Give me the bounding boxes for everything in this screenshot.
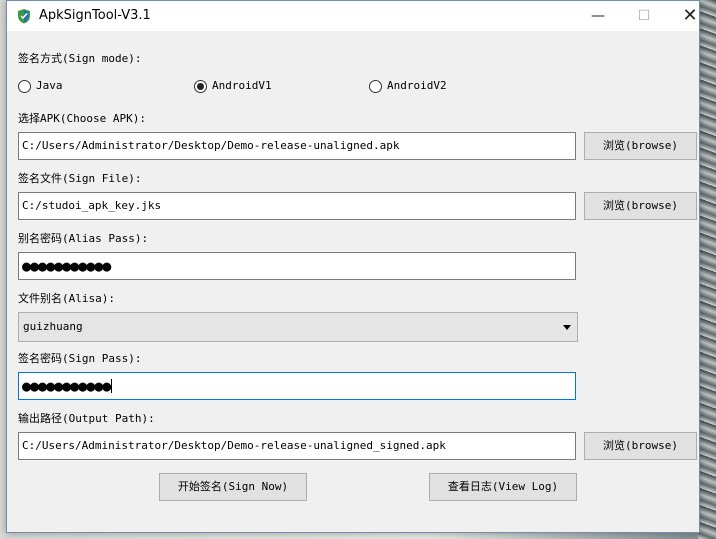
sign-pass-label: 签名密码(Sign Pass): xyxy=(18,352,142,365)
radio-selected-dot xyxy=(197,83,204,90)
app-window: ApkSignTool-V3.1 — ☐ ✕ 签名方式(Sign mode): … xyxy=(6,0,700,533)
alias-label: 文件别名(Alisa): xyxy=(18,292,115,305)
radio-circle[interactable] xyxy=(369,80,382,93)
output-path-label: 输出路径(Output Path): xyxy=(18,412,155,425)
close-button[interactable]: ✕ xyxy=(667,1,713,31)
chevron-down-icon[interactable] xyxy=(563,325,571,330)
desktop-background xyxy=(698,0,716,539)
title-bar: ApkSignTool-V3.1 — ☐ ✕ xyxy=(7,1,699,31)
alias-pass-masked-text: ●●●●●●●●●●● xyxy=(22,257,111,275)
radio-circle[interactable] xyxy=(194,80,207,93)
sign-pass-input[interactable]: ●●●●●●●●●●● xyxy=(18,372,576,400)
alias-select[interactable]: guizhuang xyxy=(18,312,578,342)
maximize-button[interactable]: ☐ xyxy=(621,1,667,31)
sign-file-label: 签名文件(Sign File): xyxy=(18,172,142,185)
radio-java-label: Java xyxy=(36,79,63,92)
view-log-button[interactable]: 查看日志(View Log) xyxy=(429,473,577,501)
alias-pass-input[interactable]: ●●●●●●●●●●● xyxy=(18,252,576,280)
choose-apk-label: 选择APK(Choose APK): xyxy=(18,112,146,125)
output-path-input[interactable]: C:/Users/Administrator/Desktop/Demo-rele… xyxy=(18,432,576,460)
radio-android-v2-label: AndroidV2 xyxy=(387,79,447,92)
alias-selected-value: guizhuang xyxy=(23,320,83,333)
alias-pass-label: 别名密码(Alias Pass): xyxy=(18,232,149,245)
output-browse-button[interactable]: 浏览(browse) xyxy=(584,432,697,460)
sign-file-browse-button[interactable]: 浏览(browse) xyxy=(584,192,697,220)
shield-icon xyxy=(18,9,30,24)
sign-pass-masked-text: ●●●●●●●●●●● xyxy=(22,377,111,395)
radio-circle[interactable] xyxy=(18,80,31,93)
apk-path-input[interactable]: C:/Users/Administrator/Desktop/Demo-rele… xyxy=(18,132,576,160)
text-caret xyxy=(111,379,113,393)
window-title: ApkSignTool-V3.1 xyxy=(39,8,151,23)
radio-android-v1-label: AndroidV1 xyxy=(212,79,272,92)
apk-browse-button[interactable]: 浏览(browse) xyxy=(584,132,697,160)
sign-file-input[interactable]: C:/studoi_apk_key.jks xyxy=(18,192,576,220)
minimize-button[interactable]: — xyxy=(575,1,621,31)
sign-now-button[interactable]: 开始签名(Sign Now) xyxy=(159,473,307,501)
sign-mode-label: 签名方式(Sign mode): xyxy=(18,52,142,65)
